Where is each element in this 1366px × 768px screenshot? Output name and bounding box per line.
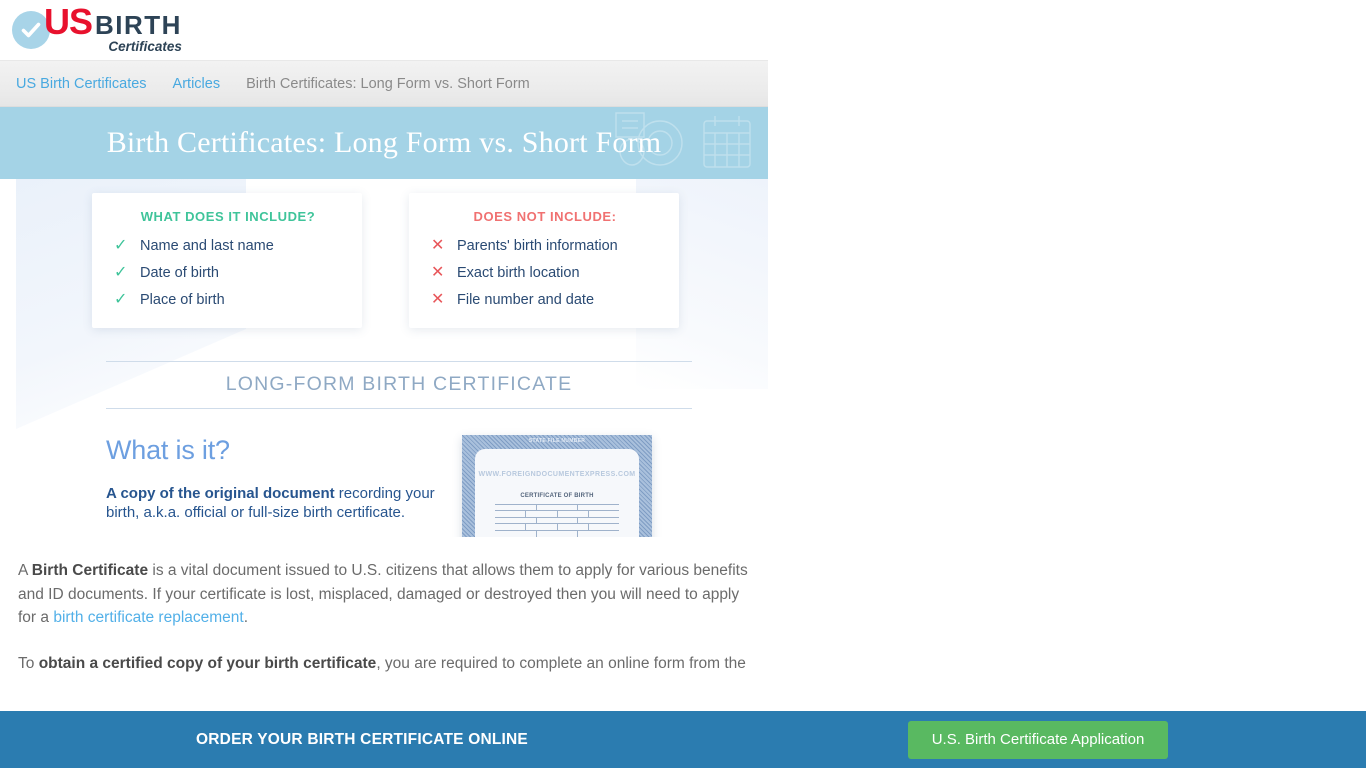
list-item: ✕ Exact birth location (431, 264, 659, 283)
cross-icon: ✕ (431, 264, 445, 282)
p1-bold: Birth Certificate (31, 562, 149, 579)
sample-birth-certificate-image: WWW.FOREIGNDOCUMENTEXPRESS.COM CERTIFICA… (462, 434, 652, 537)
list-item-label: Date of birth (140, 264, 219, 281)
include-card: WHAT DOES IT INCLUDE? ✓ Name and last na… (92, 193, 362, 328)
infographic-image: WHAT DOES IT INCLUDE? ✓ Name and last na… (16, 179, 768, 537)
logo-wordmark: US BIRTH Certificates (44, 4, 182, 56)
table-row (495, 510, 619, 517)
site-logo[interactable]: US BIRTH Certificates (12, 4, 182, 54)
us-birth-certificate-application-button[interactable]: U.S. Birth Certificate Application (908, 720, 1168, 759)
p1-tail: . (243, 609, 249, 627)
certificate-heading: CERTIFICATE OF BIRTH (520, 492, 594, 499)
logo-right-stack: BIRTH Certificates (95, 12, 182, 56)
article-body: A Birth Certificate is a vital document … (0, 537, 768, 675)
list-item: ✕ File number and date (431, 291, 659, 310)
hero-banner: Birth Certificates: Long Form vs. Short … (0, 107, 768, 179)
exclude-card: DOES NOT INCLUDE: ✕ Parents' birth infor… (409, 193, 679, 328)
logo-birth-text: BIRTH (95, 10, 182, 41)
infographic-section-divider: LONG-FORM BIRTH CERTIFICATE (106, 360, 692, 409)
article-paragraph-1: A Birth Certificate is a vital document … (18, 559, 750, 630)
exclude-card-list: ✕ Parents' birth information ✕ Exact bir… (431, 237, 659, 310)
page-root: US BIRTH Certificates US Birth Certifica… (0, 0, 1366, 768)
exclude-card-heading: DOES NOT INCLUDE: (473, 209, 617, 224)
cross-icon: ✕ (431, 237, 445, 255)
certificate-top-text: STATE FILE NUMBER (528, 437, 586, 444)
p2-tail: , you are required to complete an online… (376, 654, 746, 672)
certificate-form-grid (495, 503, 619, 537)
what-is-it-row: What is it? A copy of the original docum… (16, 409, 768, 537)
what-is-it-text-block: What is it? A copy of the original docum… (106, 435, 446, 537)
site-header: US BIRTH Certificates (0, 0, 768, 61)
page-title: Birth Certificates: Long Form vs. Short … (106, 126, 662, 159)
page-content-column: US BIRTH Certificates US Birth Certifica… (0, 0, 768, 768)
check-icon: ✓ (114, 264, 128, 282)
list-item-label: Exact birth location (457, 264, 580, 281)
birth-certificate-replacement-link[interactable]: birth certificate replacement (53, 609, 243, 626)
table-row (495, 536, 619, 537)
list-item: ✓ Date of birth (114, 264, 342, 283)
include-card-heading: WHAT DOES IT INCLUDE? (140, 209, 316, 224)
check-icon: ✓ (114, 237, 128, 255)
logo-us-text: US (44, 1, 93, 43)
cross-icon: ✕ (431, 291, 445, 309)
table-row (495, 503, 619, 511)
what-is-it-heading: What is it? (106, 434, 230, 465)
p2-bold: obtain a certified copy of your birth ce… (38, 654, 377, 672)
table-row (495, 516, 619, 524)
breadcrumb: US Birth Certificates Articles Birth Cer… (0, 61, 768, 107)
table-row (495, 523, 619, 530)
p1-lead: A (18, 562, 32, 579)
list-item-label: Parents' birth information (457, 238, 618, 254)
certificate-watermark: WWW.FOREIGNDOCUMENTEXPRESS.COM (478, 470, 636, 478)
what-is-it-body: A copy of the original document recordin… (106, 484, 446, 524)
breadcrumb-link-home[interactable]: US Birth Certificates (16, 76, 147, 92)
table-row (495, 529, 619, 537)
what-is-it-bold-lead: A copy of the original document (106, 484, 335, 502)
article-paragraph-2: To obtain a certified copy of your birth… (18, 652, 750, 676)
p2-lead: To (18, 654, 39, 672)
list-item: ✓ Name and last name (114, 237, 342, 256)
list-item: ✓ Place of birth (114, 291, 342, 310)
list-item-label: Place of birth (140, 291, 225, 308)
infographic-section-title: LONG-FORM BIRTH CERTIFICATE (225, 372, 573, 395)
list-item-label: Name and last name (140, 238, 274, 254)
include-card-list: ✓ Name and last name ✓ Date of birth ✓ P… (114, 237, 342, 310)
sticky-cta-bar: ORDER YOUR BIRTH CERTIFICATE ONLINE U.S.… (0, 711, 1366, 768)
check-icon: ✓ (114, 291, 128, 309)
breadcrumb-link-articles[interactable]: Articles (173, 76, 221, 92)
certificate-inner-page: WWW.FOREIGNDOCUMENTEXPRESS.COM CERTIFICA… (475, 448, 639, 537)
cta-headline: ORDER YOUR BIRTH CERTIFICATE ONLINE (196, 730, 528, 748)
list-item-label: File number and date (457, 291, 595, 308)
logo-certificates-text: Certificates (108, 39, 182, 55)
breadcrumb-current-page: Birth Certificates: Long Form vs. Short … (246, 75, 530, 92)
list-item: ✕ Parents' birth information (431, 237, 659, 256)
infographic-cards-row: WHAT DOES IT INCLUDE? ✓ Name and last na… (16, 179, 768, 328)
